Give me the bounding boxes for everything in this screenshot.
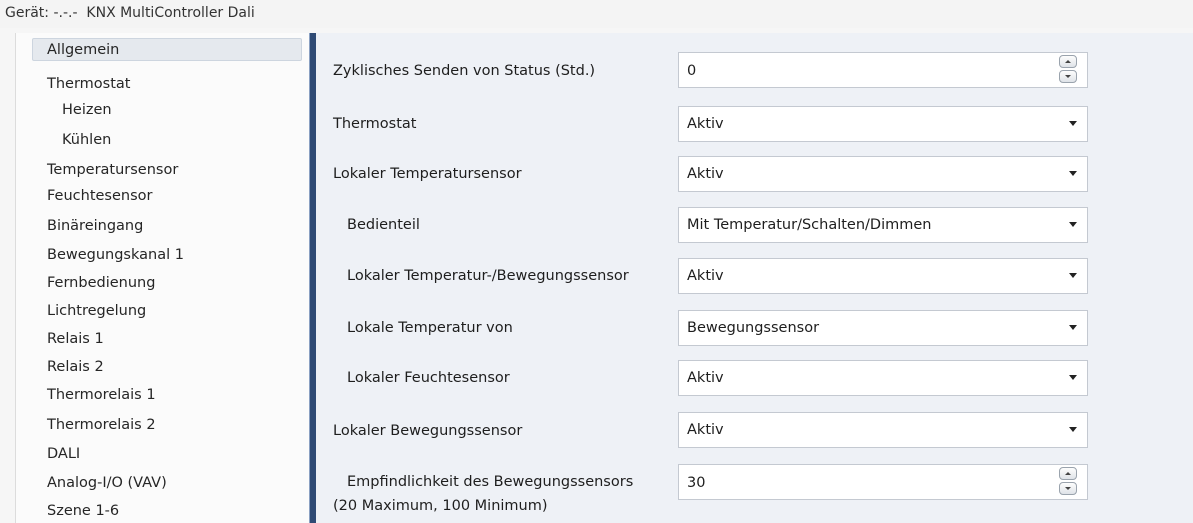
tree-item-relais-2[interactable]: Relais 2	[47, 356, 104, 379]
spin-up-icon[interactable]	[1059, 55, 1077, 68]
param-label-lokaler-feuchtesensor: Lokaler Feuchtesensor	[347, 370, 510, 386]
chevron-down-icon	[1069, 375, 1077, 380]
motion-sensitivity-input[interactable]: 30	[678, 464, 1088, 500]
param-label-zyklisches-senden: Zyklisches Senden von Status (Std.)	[333, 63, 596, 79]
cyclic-status-spinner[interactable]	[1059, 55, 1079, 85]
tree-item-binaereingang[interactable]: Binäreingang	[47, 215, 143, 238]
chevron-down-icon	[1069, 325, 1077, 330]
tree-item-label: Analog-I/O (VAV)	[47, 475, 167, 491]
param-label-empfindlichkeit: Empfindlichkeit des Bewegungssensors	[347, 474, 634, 490]
field-value: Aktiv	[687, 268, 724, 284]
local-temp-sensor-select[interactable]: Aktiv	[678, 156, 1088, 192]
parameter-tree: Allgemein Thermostat Heizen Kühlen Tempe…	[15, 33, 310, 523]
tree-item-label: Szene 1-6	[47, 503, 120, 519]
chevron-down-icon	[1069, 121, 1077, 126]
tree-item-thermorelais-2[interactable]: Thermorelais 2	[47, 414, 156, 437]
chevron-down-icon	[1069, 222, 1077, 227]
param-label-lokaler-temp-bewegungssensor: Lokaler Temperatur-/Bewegungssensor	[347, 268, 629, 284]
param-label-empfindlichkeit-range: (20 Maximum, 100 Minimum)	[333, 498, 548, 514]
tree-item-fernbedienung[interactable]: Fernbedienung	[47, 272, 155, 295]
local-humidity-sensor-select[interactable]: Aktiv	[678, 360, 1088, 396]
chevron-down-icon	[1069, 273, 1077, 278]
tree-item-dali[interactable]: DALI	[47, 443, 80, 466]
thermostat-select[interactable]: Aktiv	[678, 106, 1088, 142]
tree-item-szene-1-6[interactable]: Szene 1-6	[47, 500, 119, 523]
param-label-lokaler-temperatursensor: Lokaler Temperatursensor	[333, 166, 522, 182]
field-value: Bewegungssensor	[687, 320, 820, 336]
spin-down-icon[interactable]	[1059, 482, 1077, 495]
local-motion-sensor-select[interactable]: Aktiv	[678, 412, 1088, 448]
field-value: 30	[687, 475, 706, 491]
tree-item-bewegungskanal-1[interactable]: Bewegungskanal 1	[47, 244, 184, 267]
tree-item-label: Allgemein	[47, 42, 120, 58]
tree-item-label: Fernbedienung	[47, 275, 156, 291]
field-value: 0	[687, 63, 697, 79]
device-title-bar: Gerät: -.-.- KNX MultiController Dali	[0, 0, 1193, 28]
field-value: Aktiv	[687, 116, 724, 132]
cyclic-status-input[interactable]: 0	[678, 52, 1088, 88]
tree-item-analog-io-vav[interactable]: Analog-I/O (VAV)	[47, 472, 167, 495]
device-title: Gerät: -.-.- KNX MultiController Dali	[5, 5, 255, 21]
parameter-panel: Zyklisches Senden von Status (Std.) 0 Th…	[316, 33, 1193, 523]
tree-item-label: Thermorelais 1	[47, 387, 156, 403]
field-value: Aktiv	[687, 166, 724, 182]
tree-item-label: Relais 1	[47, 331, 104, 347]
spin-down-icon[interactable]	[1059, 70, 1077, 83]
tree-item-lichtregelung[interactable]: Lichtregelung	[47, 300, 146, 323]
param-label-bedienteil: Bedienteil	[347, 217, 420, 233]
tree-item-label: Thermorelais 2	[47, 417, 156, 433]
tree-item-allgemein[interactable]: Allgemein	[32, 38, 302, 61]
tree-item-kuehlen[interactable]: Kühlen	[62, 129, 111, 152]
tree-item-label: DALI	[47, 446, 81, 462]
tree-item-label: Thermostat	[47, 76, 131, 92]
local-temp-motion-sensor-select[interactable]: Aktiv	[678, 258, 1088, 294]
tree-item-label: Relais 2	[47, 359, 104, 375]
tree-item-label: Binäreingang	[47, 218, 144, 234]
bedienteil-select[interactable]: Mit Temperatur/Schalten/Dimmen	[678, 207, 1088, 243]
tree-item-temperatursensor[interactable]: Temperatursensor	[47, 159, 178, 182]
field-value: Mit Temperatur/Schalten/Dimmen	[687, 217, 932, 233]
tree-item-label: Temperatursensor	[47, 162, 179, 178]
tree-item-thermostat[interactable]: Thermostat	[47, 73, 130, 96]
tree-item-relais-1[interactable]: Relais 1	[47, 328, 104, 351]
field-value: Aktiv	[687, 422, 724, 438]
chevron-down-icon	[1069, 171, 1077, 176]
param-label-lokaler-bewegungssensor: Lokaler Bewegungssensor	[333, 423, 523, 439]
param-label-thermostat: Thermostat	[333, 116, 417, 132]
local-temperature-source-select[interactable]: Bewegungssensor	[678, 310, 1088, 346]
param-label-lokale-temperatur-von: Lokale Temperatur von	[347, 320, 513, 336]
pane-splitter[interactable]	[309, 33, 316, 523]
tree-item-thermorelais-1[interactable]: Thermorelais 1	[47, 384, 156, 407]
tree-item-feuchtesensor[interactable]: Feuchtesensor	[47, 185, 152, 208]
motion-sensitivity-spinner[interactable]	[1059, 467, 1079, 497]
tree-item-label: Lichtregelung	[47, 303, 147, 319]
tree-item-label: Feuchtesensor	[47, 188, 153, 204]
knx-parameter-window: Gerät: -.-.- KNX MultiController Dali Al…	[0, 0, 1193, 523]
spin-up-icon[interactable]	[1059, 467, 1077, 480]
tree-item-label: Heizen	[62, 102, 112, 118]
field-value: Aktiv	[687, 370, 724, 386]
tree-item-label: Kühlen	[62, 132, 112, 148]
tree-item-label: Bewegungskanal 1	[47, 247, 184, 263]
chevron-down-icon	[1069, 427, 1077, 432]
tree-item-heizen[interactable]: Heizen	[62, 99, 112, 122]
